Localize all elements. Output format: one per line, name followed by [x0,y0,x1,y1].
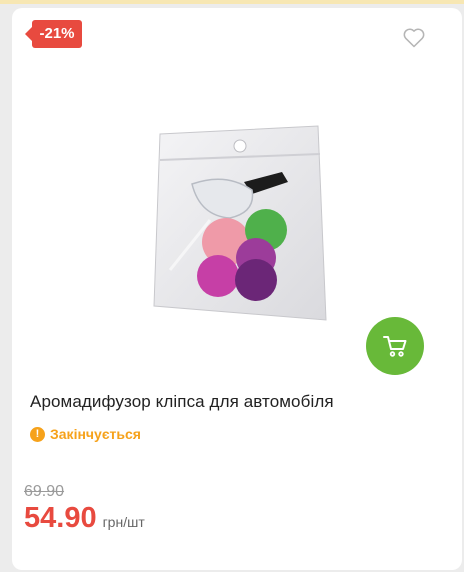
price-unit: грн/шт [102,514,145,530]
price-row: 54.90 грн/шт [24,502,145,535]
shopping-cart-icon [383,336,407,357]
exclamation-circle-icon: ! [30,426,45,442]
current-price: 54.90 [24,502,97,534]
top-strip [0,0,464,4]
stock-status-text: Закінчується [50,426,141,442]
product-image [153,125,327,321]
add-to-cart-button[interactable] [366,317,424,375]
old-price: 69.90 [24,483,65,500]
heart-icon[interactable] [402,26,426,48]
stock-status: ! Закінчується [30,426,141,442]
discount-badge: -21% [25,20,82,48]
product-title[interactable]: Аромадифузор кліпса для автомобіля [30,392,430,412]
